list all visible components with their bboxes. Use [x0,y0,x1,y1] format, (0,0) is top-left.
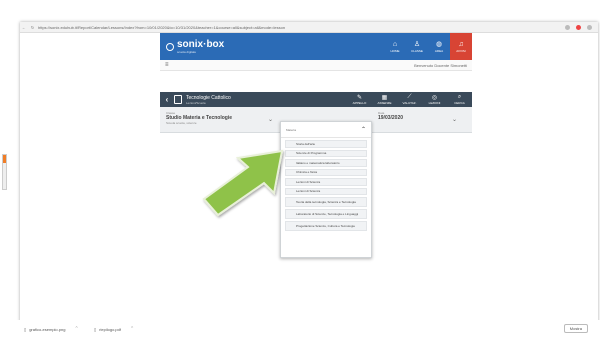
header-home-label: HOME [390,48,400,53]
chart-icon: ⟋ [407,94,412,100]
header-icons: ⌂ HOME ♙ CLASSE ◍ AREA ♫ AVVISI [384,33,472,60]
header-class[interactable]: ♙ CLASSE [406,33,428,60]
class-sub: Scuola scuola, scienze [166,121,197,125]
download-item[interactable]: ▯ grafico-esempio.png ⌃ [24,326,79,332]
toolbar-assenze[interactable]: ▦ ASSENZE [372,94,397,105]
sub-bar: ≡ Benvenuto Docente Simonetti [160,60,472,71]
logo-sub: scuola digitale [177,50,197,54]
date-selector[interactable]: Data 19/03/2020 [378,111,403,121]
star-icon[interactable] [565,24,570,30]
url-text[interactable]: https://sonix.eduhub.it/Report/Calendar/… [38,25,565,30]
toolbar-label: CERCA [454,101,465,105]
toolbar-lezioni[interactable]: ◎ LEZIONI [422,94,447,105]
chevron-up-icon[interactable]: ⌃ [74,326,78,332]
date-value: 19/03/2020 [378,115,404,121]
logo-icon [166,42,174,51]
user-greeting[interactable]: Benvenuto Docente Simonetti [414,63,467,68]
browser-window: ← ↻ https://sonix.eduhub.it/Report/Calen… [20,22,598,342]
toolbar-label: LEZIONI [428,101,441,105]
chevron-down-icon[interactable]: ⌄ [452,116,457,123]
extension-icon[interactable] [576,24,581,30]
chevron-down-icon[interactable]: ⌄ [268,116,273,123]
download-item[interactable]: ▯ riepilogo.pdf ⌃ [94,326,134,332]
grid-icon: ▦ [381,95,388,101]
header-alerts[interactable]: ♫ AVVISI [450,33,472,60]
back-icon[interactable]: ‹ [160,95,174,104]
shield-icon [174,95,182,104]
nav-buttons[interactable]: ← ↻ [20,25,38,30]
header-area-label: AREA [434,49,444,53]
people-icon: ♙ [413,41,421,48]
file-icon: ▯ [24,326,27,332]
download-name: riepilogo.pdf [99,326,121,332]
header-home[interactable]: ⌂ HOME [384,33,406,60]
section-bar: ‹ Tecnologie Cattolico Lezioni/Scuola ✎ AP… [160,92,472,107]
chevron-up-icon[interactable]: ⌃ [130,326,134,332]
home-icon: ⌂ [392,40,398,48]
show-all-button[interactable]: Mostra [563,324,588,333]
green-arrow-icon [202,149,284,217]
download-name: grafico-esempio.png [29,326,66,332]
globe-icon: ◍ [435,41,443,48]
section-subtitle: Lezioni/Scuola [186,100,206,105]
address-bar[interactable]: ← ↻ https://sonix.eduhub.it/Report/Calen… [20,22,598,33]
app-header: sonix·box scuola digitale ⌂ HOME ♙ CLASSE ◍… [160,33,472,60]
dropdown-header[interactable]: Materia ⌃ [281,122,371,138]
eye-icon: ◎ [431,95,438,101]
toolbar-appello[interactable]: ✎ APPELLO [347,94,372,105]
screenshot: ← ↻ https://sonix.eduhub.it/Report/Calen… [0,0,600,350]
hamburger-icon[interactable]: ≡ [165,62,169,68]
class-selector[interactable]: Classe Studio Materia e Tecnologie Scuol… [166,111,232,125]
dropdown-caption: Materia [286,127,297,132]
extensions [565,24,598,30]
toolbar-label: APPELLO [352,101,367,105]
toolbar-label: VALUTAZ. [402,101,417,105]
logo-text: sonix·box [177,39,225,50]
header-class-label: CLASSE [411,49,423,53]
section-toolbar: ✎ APPELLO ▦ ASSENZE ⟋ VALUTAZ. ◎ LEZIONI ⌕ CE… [347,94,472,105]
header-alerts-label: AVVISI [456,48,466,53]
menu-icon[interactable] [587,24,592,30]
file-icon: ▯ [94,326,97,332]
pencil-icon: ✎ [356,95,363,101]
search-icon: ⌕ [457,94,462,100]
downloads-bar: ▯ grafico-esempio.png ⌃ ▯ riepilogo.pdf … [0,320,600,350]
toolbar-valutazioni[interactable]: ⟋ VALUTAZ. [397,94,422,105]
bell-icon: ♫ [458,40,464,48]
header-area[interactable]: ◍ AREA [428,33,450,60]
section-title-wrap: Tecnologie Cattolico Lezioni/Scuola [174,95,231,105]
chevron-up-icon[interactable]: ⌃ [361,126,366,133]
side-tab[interactable] [2,154,7,190]
toolbar-label: ASSENZE [377,101,392,105]
toolbar-cerca[interactable]: ⌕ CERCA [447,94,472,105]
logo[interactable]: sonix·box scuola digitale [166,39,224,54]
